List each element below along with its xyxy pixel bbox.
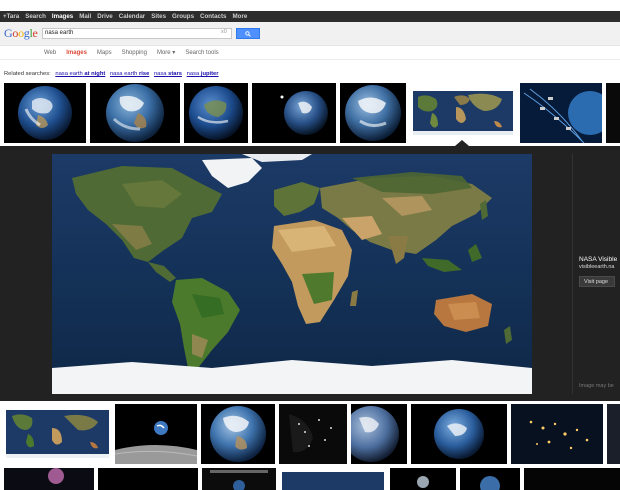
topbar-item-images[interactable]: Images — [52, 13, 73, 20]
image-thumbnail[interactable] — [390, 468, 456, 490]
earth-globe-image — [90, 83, 180, 143]
preview-title[interactable]: NASA Visible — [579, 256, 617, 263]
related-link-prefix: nasa earth — [55, 71, 83, 77]
related-link-bold: at night — [84, 71, 106, 77]
image-thumbnail[interactable] — [90, 83, 180, 143]
image-thumbnail[interactable] — [201, 404, 275, 464]
image-thumbnail[interactable] — [252, 83, 336, 143]
related-link-prefix: nasa — [186, 71, 200, 77]
preview-divider — [572, 154, 573, 394]
world-map-image — [410, 83, 516, 143]
related-link-prefix: nasa — [153, 71, 167, 77]
earthrise-image — [115, 404, 197, 464]
tab-images[interactable]: Images — [66, 50, 87, 56]
search-input[interactable]: nasa earth — [42, 28, 232, 39]
related-link-bold: jupiter — [200, 71, 219, 77]
logo-letter: e — [32, 26, 38, 40]
search-tabs: Web Images Maps Shopping More ▾ Search t… — [0, 46, 620, 60]
earth-globe-image — [351, 404, 407, 464]
earth-at-night-image — [511, 404, 603, 464]
topbar-item-mail[interactable]: Mail — [79, 13, 91, 20]
earth-globe-image — [460, 468, 520, 490]
earth-at-night-image — [279, 404, 347, 464]
space-image — [4, 468, 94, 490]
magnifier-icon — [245, 30, 251, 37]
google-logo[interactable]: Google — [4, 26, 38, 41]
image-thumbnail[interactable] — [280, 468, 386, 490]
topbar-item-groups[interactable]: Groups — [172, 13, 194, 20]
image-thumbnail[interactable] — [411, 404, 507, 464]
topbar-item-profile[interactable]: +Tara — [3, 13, 19, 20]
world-map-image — [4, 404, 111, 464]
image-preview-panel: NASA Visible visibleearth.na Visit page — [0, 146, 620, 401]
image-thumbnail[interactable] — [4, 468, 94, 490]
image-thumbnail[interactable] — [184, 83, 248, 143]
partial-image — [606, 83, 620, 143]
image-thumbnail[interactable] — [202, 468, 276, 490]
image-thumbnail[interactable] — [351, 404, 407, 464]
topbar-item-contacts[interactable]: Contacts — [200, 13, 226, 20]
related-label: Related searches: — [4, 71, 51, 77]
search-button[interactable] — [236, 28, 260, 39]
copyright-note: Image may be — [579, 383, 614, 389]
topbar-item-sites[interactable]: Sites — [151, 13, 166, 20]
topbar-item-drive[interactable]: Drive — [97, 13, 112, 20]
related-link[interactable]: nasa earth rise — [110, 71, 149, 77]
image-thumbnail[interactable] — [607, 404, 620, 464]
earth-globe-image — [411, 404, 507, 464]
image-thumbnail[interactable] — [340, 83, 406, 143]
related-link[interactable]: nasa jupiter — [187, 71, 219, 77]
earth-globe-image — [4, 83, 86, 143]
image-thumbnail[interactable] — [606, 83, 620, 143]
google-images-page: { "topbar": { "items": [ {"label": "+Tar… — [0, 0, 620, 490]
related-link-bold: rise — [138, 71, 150, 77]
earth-globe-image — [201, 404, 275, 464]
search-header: Google nasa earth x0 — [0, 22, 620, 46]
space-image — [524, 468, 620, 490]
tab-web[interactable]: Web — [44, 50, 56, 56]
image-thumbnail[interactable] — [511, 404, 603, 464]
related-link[interactable]: nasa earth at night — [55, 71, 105, 77]
clear-search-icon[interactable]: x0 — [221, 29, 227, 35]
image-thumbnail-selected[interactable] — [410, 83, 516, 143]
image-thumbnail[interactable] — [4, 83, 86, 143]
magnetic-field-image — [202, 468, 276, 490]
related-link[interactable]: nasa stars — [154, 71, 182, 77]
tab-shopping[interactable]: Shopping — [122, 50, 147, 56]
earth-observation-image — [520, 83, 602, 143]
world-map-image — [52, 154, 532, 394]
topbar-item-calendar[interactable]: Calendar — [119, 13, 145, 20]
image-thumbnail[interactable] — [524, 468, 620, 490]
image-thumbnail[interactable] — [460, 468, 520, 490]
world-map-image — [280, 468, 386, 490]
earth-globe-image — [252, 83, 336, 143]
visit-page-button[interactable]: Visit page — [579, 276, 615, 287]
topbar-item-more[interactable]: More — [233, 13, 248, 20]
preview-image[interactable] — [52, 154, 532, 394]
image-thumbnail[interactable] — [279, 404, 347, 464]
preview-url[interactable]: visibleearth.na — [579, 264, 614, 270]
image-thumbnail[interactable] — [4, 404, 111, 464]
tab-search-tools[interactable]: Search tools — [185, 50, 218, 56]
google-bar: +Tara Search Images Mail Drive Calendar … — [0, 11, 620, 22]
topbar-item-search[interactable]: Search — [25, 13, 46, 20]
image-thumbnail[interactable] — [520, 83, 602, 143]
partial-image — [607, 404, 620, 464]
tab-maps[interactable]: Maps — [97, 50, 112, 56]
related-link-prefix: nasa earth — [109, 71, 138, 77]
image-thumbnail[interactable] — [98, 468, 198, 490]
earth-globe-image — [390, 468, 456, 490]
image-thumbnail[interactable] — [115, 404, 197, 464]
earth-globe-image — [340, 83, 406, 143]
related-searches: Related searches: nasa earth at night na… — [4, 71, 219, 77]
earth-globe-image — [184, 83, 248, 143]
tab-more[interactable]: More ▾ — [157, 49, 175, 56]
related-link-bold: stars — [168, 71, 182, 77]
space-image — [98, 468, 198, 490]
